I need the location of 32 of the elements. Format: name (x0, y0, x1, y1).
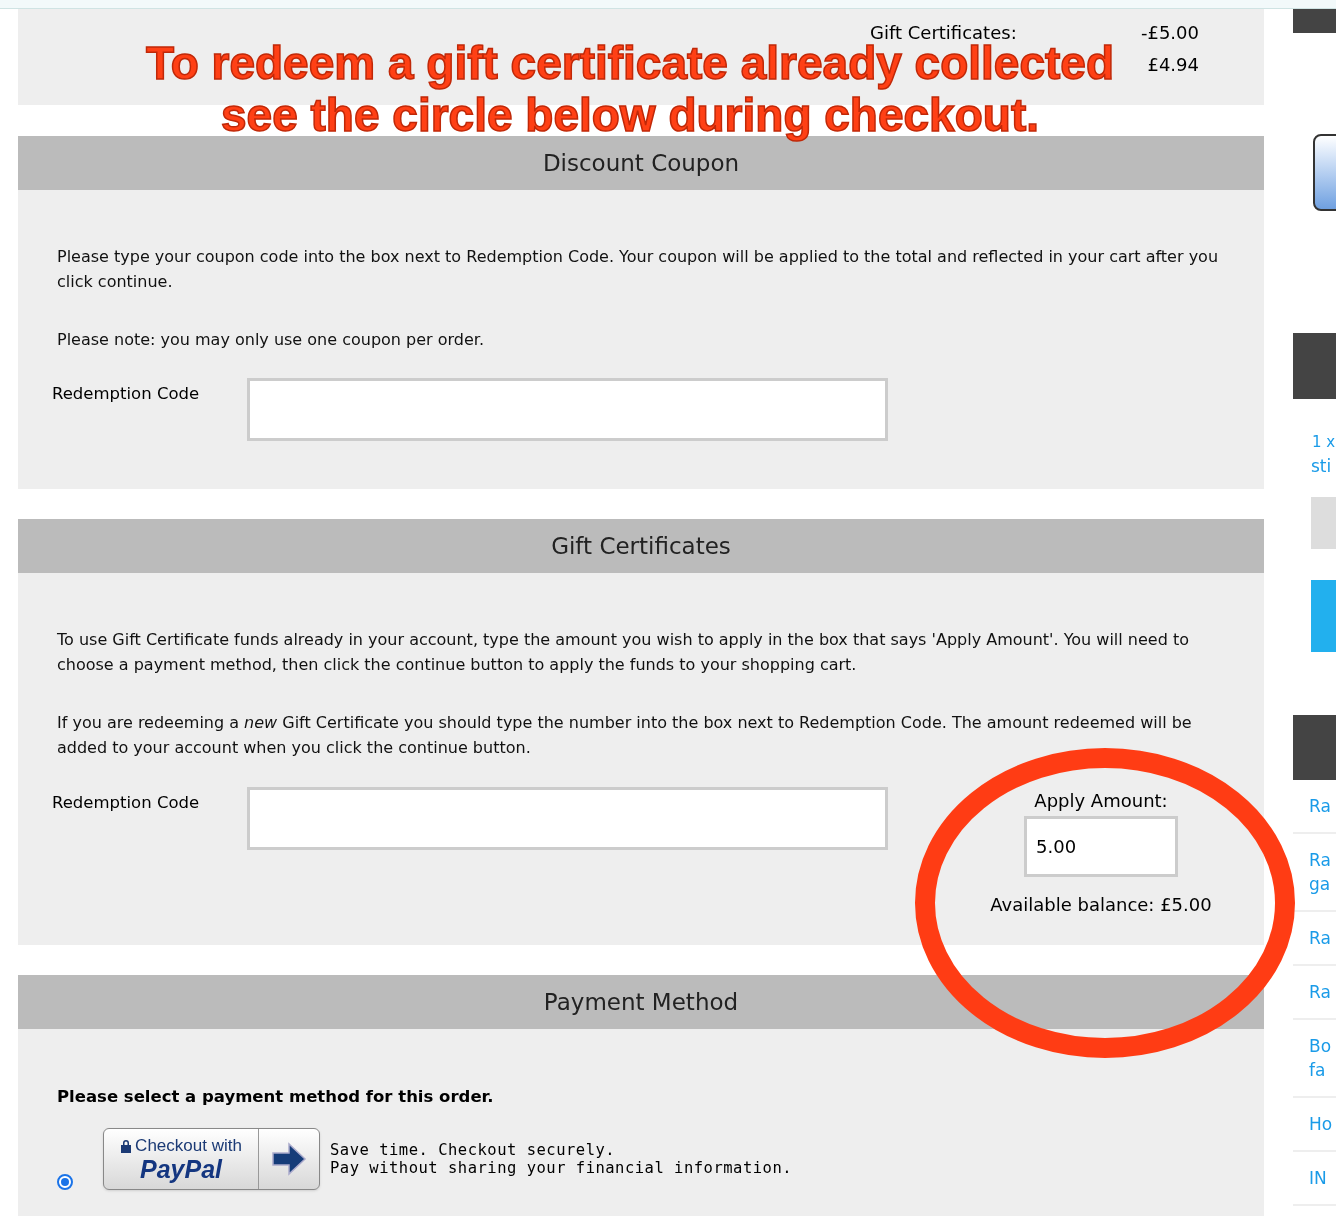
redemption-code-field[interactable] (247, 378, 888, 441)
redemption-code-field[interactable] (247, 787, 888, 850)
cart-quantity: 1 x (1312, 432, 1336, 453)
summary-value: £4.94 (1146, 52, 1199, 77)
sidebar-link[interactable]: IN (1309, 1166, 1327, 1190)
paypal-checkout-button[interactable]: Checkout with PayPal (103, 1127, 320, 1190)
sidebar-link[interactable]: Ra ga (1309, 848, 1331, 896)
field-label: Redemption Code (52, 792, 201, 814)
section-header: Payment Method (18, 975, 1264, 1029)
payment-radio[interactable] (57, 1173, 73, 1190)
field-label: Redemption Code (52, 383, 201, 405)
lock-icon (120, 1138, 133, 1153)
available-balance: Available balance: £5.00 (990, 893, 1212, 917)
sidebar-link[interactable]: Ra (1309, 794, 1331, 818)
summary-label: Gift Certificates: (870, 21, 1017, 43)
cart-item-link[interactable]: sti (1311, 453, 1332, 479)
section-header: Gift Certificates (18, 519, 1264, 573)
sidebar-link[interactable]: Ra (1309, 926, 1331, 950)
paypal-description: Save time. Checkout securely. (330, 1140, 617, 1159)
apply-amount-label: Apply Amount: (1034, 789, 1168, 813)
summary-value: -£5.00 (1139, 20, 1199, 45)
info-paragraph: To use Gift Certificate funds already in your account, type the amount you wish to apply in the box that says 'Apply Amount'. You will need to choose a payment method, then click the continue button to apply the funds to your shopping cart. (57, 629, 1190, 676)
info-paragraph: Please type your coupon code into the box next to Redemption Code. Your coupon will be applied to the total and reflected in your cart after you click continue. (57, 246, 1220, 293)
info-paragraph: If you are redeeming a new Gift Certificate you should type the number into the box next to Redemption Code. The amount redeemed will be added to your account when you click the continue button. (57, 712, 1193, 759)
apply-amount-field[interactable]: 5.00 (1024, 816, 1178, 877)
sidebar-link[interactable]: Ho (1309, 1112, 1333, 1136)
payment-prompt: Please select a payment method for this order. (57, 1086, 495, 1108)
paypal-description: Pay without sharing your financial information. (330, 1158, 793, 1177)
sidebar-link[interactable]: Ra (1309, 980, 1331, 1004)
info-paragraph: Please note: you may only use one coupon per order. (57, 329, 485, 351)
arrow-icon (271, 1140, 307, 1177)
sidebar-link[interactable]: Bo fa (1309, 1034, 1332, 1082)
